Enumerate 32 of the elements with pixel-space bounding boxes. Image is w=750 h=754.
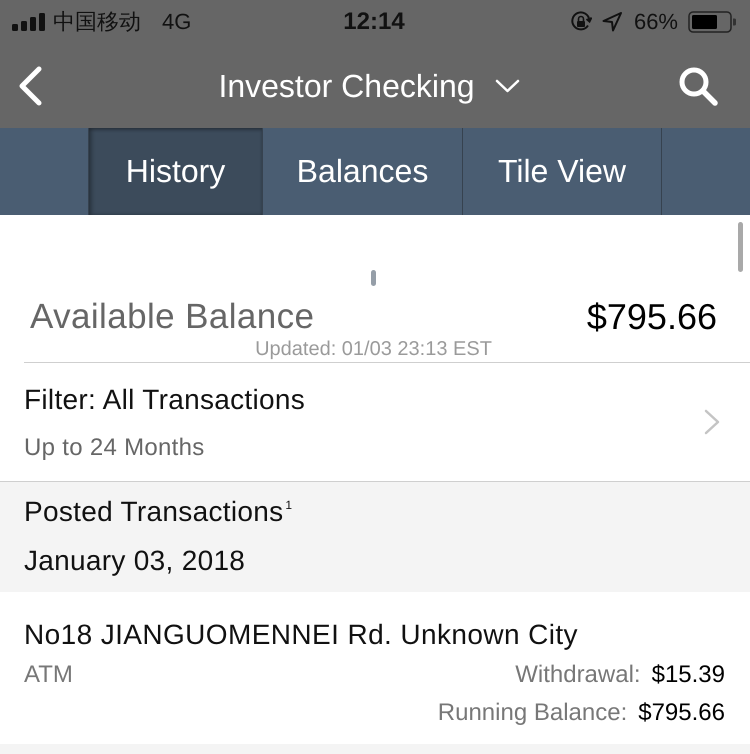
transaction-type: ATM	[24, 661, 73, 689]
updated-time: Updated: 01/03 23:13 EST	[255, 337, 492, 361]
chevron-right-icon	[704, 409, 720, 435]
location-arrow-icon	[602, 12, 622, 32]
section-title: Posted Transactions$^{1}$	[24, 496, 292, 528]
back-chevron-icon	[17, 66, 43, 106]
balance-label: Available Balance	[30, 297, 314, 337]
balance-amount: $795.66	[586, 297, 717, 337]
amount-value: $15.39	[652, 661, 725, 689]
running-balance-label: Running Balance:	[438, 699, 628, 727]
signal-icon	[12, 13, 46, 31]
battery-icon	[688, 11, 736, 33]
battery-percent: 66%	[634, 9, 678, 35]
caret-icon	[494, 79, 520, 93]
section-date: January 03, 2018	[24, 545, 246, 577]
running-balance-value: $795.66	[638, 699, 725, 727]
transaction-card[interactable]: No18 JIANGUOMENNEI Rd. Unknown City ATM Withdrawal: $15.39 Running Balance: $795.66	[0, 592, 750, 744]
search-icon	[678, 66, 718, 106]
rotation-lock-icon	[570, 11, 592, 33]
status-time: 12:14	[343, 8, 405, 36]
filter-row[interactable]: Filter: All Transactions Up to 24 Months	[0, 363, 750, 482]
carrier-name: 中国移动	[53, 9, 141, 35]
transaction-description: No18 JIANGUOMENNEI Rd. Unknown City	[24, 619, 578, 651]
account-title-dropdown[interactable]: Investor Checking	[218, 66, 520, 106]
tab[interactable]: Tile View	[462, 128, 662, 215]
filter-period: Up to 24 Months	[24, 434, 206, 462]
network-type: 4G	[162, 9, 192, 35]
filter-title: Filter: All Transactions	[24, 384, 306, 416]
tab[interactable]: History	[88, 128, 262, 215]
pull-handle-icon	[371, 270, 376, 286]
amount-label: Withdrawal:	[515, 661, 641, 689]
scroll-indicator	[738, 222, 743, 272]
